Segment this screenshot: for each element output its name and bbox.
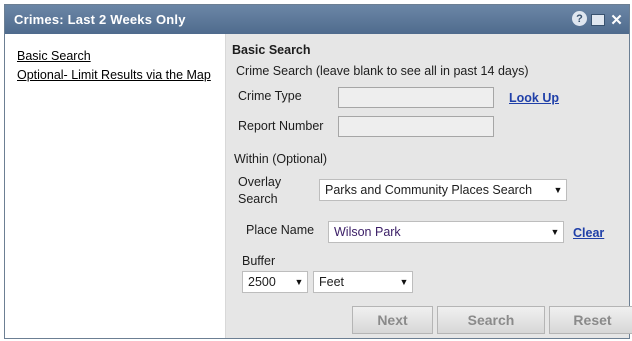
- chevron-down-icon: ▼: [550, 227, 560, 237]
- buffer-value: 2500: [248, 275, 276, 289]
- chevron-down-icon: ▼: [553, 185, 563, 195]
- place-name-value: Wilson Park: [334, 225, 401, 239]
- chevron-down-icon: ▼: [294, 277, 304, 287]
- crime-search-hint: Crime Search (leave blank to see all in …: [236, 64, 529, 78]
- overlay-search-label-line2: Search: [238, 192, 278, 206]
- buffer-label: Buffer: [242, 254, 276, 268]
- help-icon[interactable]: ?: [572, 11, 587, 26]
- window-title: Crimes: Last 2 Weeks Only: [14, 12, 186, 27]
- main-panel: Basic Search Crime Search (leave blank t…: [226, 34, 632, 338]
- search-button[interactable]: Search: [437, 306, 545, 334]
- close-icon[interactable]: ✕: [608, 11, 625, 29]
- reset-button[interactable]: Reset: [549, 306, 632, 334]
- title-bar[interactable]: Crimes: Last 2 Weeks Only ? ✕: [5, 5, 629, 34]
- chevron-down-icon: ▼: [399, 277, 409, 287]
- clear-link[interactable]: Clear: [573, 226, 604, 240]
- crimes-search-window: Crimes: Last 2 Weeks Only ? ✕ Basic Sear…: [4, 4, 632, 339]
- sidebar-item-limit-results-map[interactable]: Optional- Limit Results via the Map: [17, 68, 211, 82]
- report-number-label: Report Number: [238, 119, 324, 133]
- sidebar-item-basic-search[interactable]: Basic Search: [17, 49, 91, 63]
- crime-type-label: Crime Type: [238, 89, 302, 103]
- place-name-label: Place Name: [246, 223, 315, 237]
- next-button[interactable]: Next: [352, 306, 433, 334]
- overlay-search-label-line1: Overlay: [238, 175, 282, 189]
- overlay-search-select[interactable]: Parks and Community Places Search ▼: [319, 179, 567, 201]
- crime-type-input[interactable]: [338, 87, 494, 108]
- buffer-unit-value: Feet: [319, 275, 345, 289]
- report-number-input[interactable]: [338, 116, 494, 137]
- place-name-select[interactable]: Wilson Park ▼: [328, 221, 564, 243]
- within-label: Within (Optional): [234, 152, 328, 166]
- title-bar-controls: ? ✕: [572, 11, 625, 29]
- buffer-select[interactable]: 2500 ▼: [242, 271, 308, 293]
- sidebar: Basic Search Optional- Limit Results via…: [5, 34, 226, 338]
- overlay-search-value: Parks and Community Places Search: [325, 183, 533, 197]
- buffer-unit-select[interactable]: Feet ▼: [313, 271, 413, 293]
- section-title: Basic Search: [232, 43, 311, 57]
- lookup-link[interactable]: Look Up: [509, 91, 559, 105]
- maximize-icon[interactable]: [589, 11, 606, 28]
